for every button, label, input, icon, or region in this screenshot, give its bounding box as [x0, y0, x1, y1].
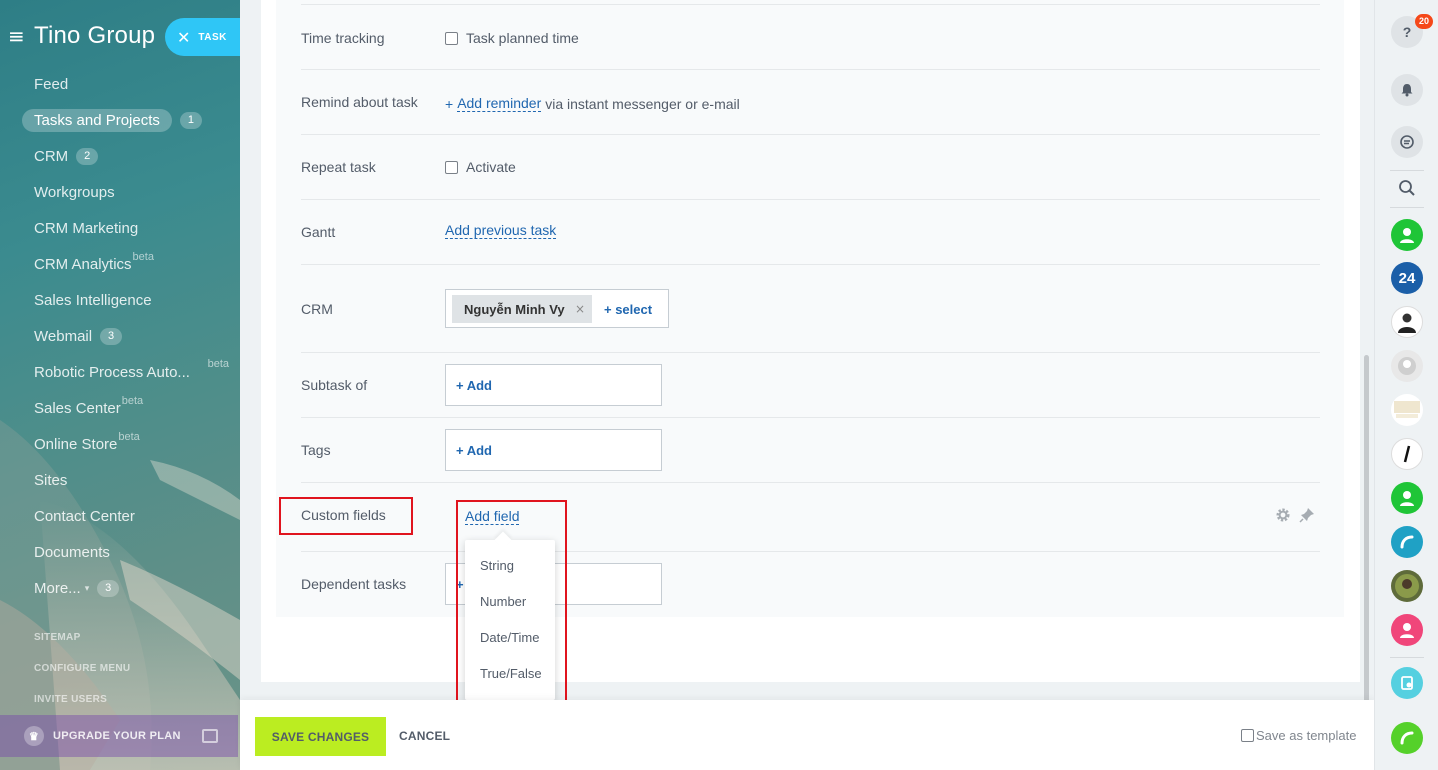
- beta-label: beta: [207, 358, 229, 370]
- beta-label: beta: [132, 251, 154, 263]
- sidebar-item-webmail[interactable]: Webmail 3: [22, 318, 237, 354]
- sidebar-item-crm[interactable]: CRM 2: [22, 138, 237, 174]
- task-edit-panel: Time tracking Task planned time Remind a…: [240, 0, 1374, 770]
- dependent-tasks-label: Dependent tasks: [301, 576, 407, 592]
- plus-icon: +: [445, 95, 454, 112]
- checkbox[interactable]: [1241, 729, 1254, 742]
- phone-icon[interactable]: [1391, 526, 1423, 558]
- gantt-label: Gantt: [301, 224, 336, 240]
- beta-label: beta: [121, 395, 144, 407]
- close-task-button[interactable]: ✕ TASK: [165, 18, 240, 56]
- crm-selector[interactable]: Nguyễn Minh Vy × + select: [445, 289, 669, 328]
- bell-icon[interactable]: [1391, 74, 1423, 106]
- sidebar-item-tasks[interactable]: Tasks and Projects 1: [22, 102, 237, 138]
- sidebar-item-more[interactable]: More... ▾ 3: [22, 570, 237, 606]
- chevron-down-icon: ▾: [84, 582, 90, 593]
- user-avatar-icon[interactable]: [1391, 219, 1423, 251]
- add-previous-task-link[interactable]: Add previous task: [445, 222, 557, 239]
- task-options-form: Time tracking Task planned time Remind a…: [276, 0, 1344, 617]
- user-avatar-icon[interactable]: [1391, 482, 1423, 514]
- remove-icon[interactable]: ×: [575, 302, 585, 316]
- sidebar-item-documents[interactable]: Documents: [22, 534, 237, 570]
- highlight-box: [279, 497, 413, 535]
- save-changes-button[interactable]: SAVE CHANGES: [255, 717, 386, 756]
- checkbox[interactable]: [445, 160, 458, 174]
- sidebar-item-crm-analytics[interactable]: CRM Analytics beta: [22, 246, 237, 282]
- call-icon[interactable]: [1391, 722, 1423, 754]
- tags-selector[interactable]: + Add: [445, 429, 662, 471]
- sitemap-link[interactable]: SITEMAP: [34, 628, 130, 659]
- repeat-row: Repeat task Activate: [301, 135, 1320, 200]
- gantt-row: Gantt Add previous task: [301, 200, 1320, 265]
- reminder-suffix: via instant messenger or e-mail: [545, 95, 740, 112]
- bitrix24-avatar[interactable]: 24: [1391, 262, 1423, 294]
- user-avatar-icon[interactable]: [1391, 614, 1423, 646]
- add-tag-button[interactable]: + Add: [456, 443, 492, 458]
- crown-icon: ♛: [24, 726, 44, 746]
- upgrade-plan-button[interactable]: ♛ UPGRADE YOUR PLAN: [0, 715, 238, 757]
- chat-icon[interactable]: [1391, 126, 1423, 158]
- sidebar-item-sites[interactable]: Sites: [22, 462, 237, 498]
- add-reminder-link[interactable]: Add reminder: [457, 95, 542, 112]
- sidebar-small-links: SITEMAP CONFIGURE MENU INVITE USERS: [34, 628, 130, 721]
- checkbox[interactable]: [445, 31, 458, 45]
- sidebar-item-feed[interactable]: Feed: [22, 66, 237, 102]
- tags-label: Tags: [301, 442, 331, 458]
- printer-icon[interactable]: [202, 729, 218, 743]
- repeat-label: Repeat task: [301, 159, 376, 175]
- sidebar-item-workgroups[interactable]: Workgroups: [22, 174, 237, 210]
- user-photo-avatar[interactable]: [1391, 570, 1423, 602]
- sidebar-nav: Feed Tasks and Projects 1 CRM 2 Workgroups…: [22, 66, 237, 606]
- beta-label: beta: [118, 431, 140, 443]
- company-logo[interactable]: Tino Group: [34, 22, 155, 50]
- time-tracking-row: Time tracking Task planned time: [301, 4, 1320, 70]
- sidebar-item-sales-intelligence[interactable]: Sales Intelligence: [22, 282, 237, 318]
- counter-badge: 3: [100, 327, 123, 345]
- counter-badge: 2: [76, 147, 99, 165]
- screen-share-icon[interactable]: [1391, 667, 1423, 699]
- dependent-tasks-row: Dependent tasks +: [301, 552, 1320, 617]
- activate-checkbox[interactable]: Activate: [445, 159, 516, 175]
- right-toolbar: [1374, 0, 1438, 770]
- left-sidebar: ≡ Tino Group ✕ TASK Feed Tasks and Proje…: [0, 0, 240, 770]
- cancel-button[interactable]: CANCEL: [399, 729, 450, 743]
- task-card: Time tracking Task planned time Remind a…: [261, 0, 1360, 682]
- menu-icon[interactable]: ≡: [8, 26, 30, 46]
- subtask-label: Subtask of: [301, 377, 368, 393]
- crm-row: CRM Nguyễn Minh Vy × + select: [301, 265, 1320, 353]
- scrollbar[interactable]: [1364, 355, 1369, 720]
- sidebar-item-contact-center[interactable]: Contact Center: [22, 498, 237, 534]
- notification-badge: 20: [1415, 14, 1433, 29]
- brand-avatar[interactable]: [1391, 394, 1423, 426]
- pin-icon[interactable]: [1299, 507, 1315, 523]
- planned-time-checkbox[interactable]: Task planned time: [445, 30, 579, 46]
- sidebar-item-rpa[interactable]: Robotic Process Auto... beta: [22, 354, 237, 390]
- user-photo-avatar[interactable]: [1391, 350, 1423, 382]
- remind-row: Remind about task + Add reminder via ins…: [301, 70, 1320, 135]
- sidebar-item-crm-marketing[interactable]: CRM Marketing: [22, 210, 237, 246]
- configure-menu-link[interactable]: CONFIGURE MENU: [34, 659, 130, 690]
- crm-label: CRM: [301, 301, 333, 317]
- sidebar-item-sales-center[interactable]: Sales Center beta: [22, 390, 237, 426]
- footer-bar: SAVE CHANGES CANCEL Save as template: [240, 700, 1374, 770]
- tags-row: Tags + Add: [301, 418, 1320, 483]
- search-icon[interactable]: [1391, 172, 1423, 204]
- remind-label: Remind about task: [301, 94, 418, 110]
- sidebar-item-online-store[interactable]: Online Store beta: [22, 426, 237, 462]
- counter-badge: 1: [179, 111, 202, 129]
- save-as-template-checkbox[interactable]: Save as template: [1241, 728, 1356, 743]
- user-photo-avatar[interactable]: [1391, 306, 1423, 338]
- custom-fields-row: Custom fields Add field: [301, 483, 1320, 552]
- subtask-selector[interactable]: + Add: [445, 364, 662, 406]
- counter-badge: 3: [97, 579, 120, 597]
- subtask-row: Subtask of + Add: [301, 353, 1320, 418]
- gear-icon[interactable]: [1275, 507, 1291, 523]
- add-subtask-button[interactable]: + Add: [456, 378, 492, 393]
- highlight-box: [456, 500, 567, 707]
- brand-avatar[interactable]: [1391, 438, 1423, 470]
- crm-select-button[interactable]: + select: [604, 302, 652, 317]
- close-icon: ✕: [177, 27, 191, 47]
- time-tracking-label: Time tracking: [301, 30, 385, 46]
- crm-tag: Nguyễn Minh Vy ×: [452, 295, 592, 323]
